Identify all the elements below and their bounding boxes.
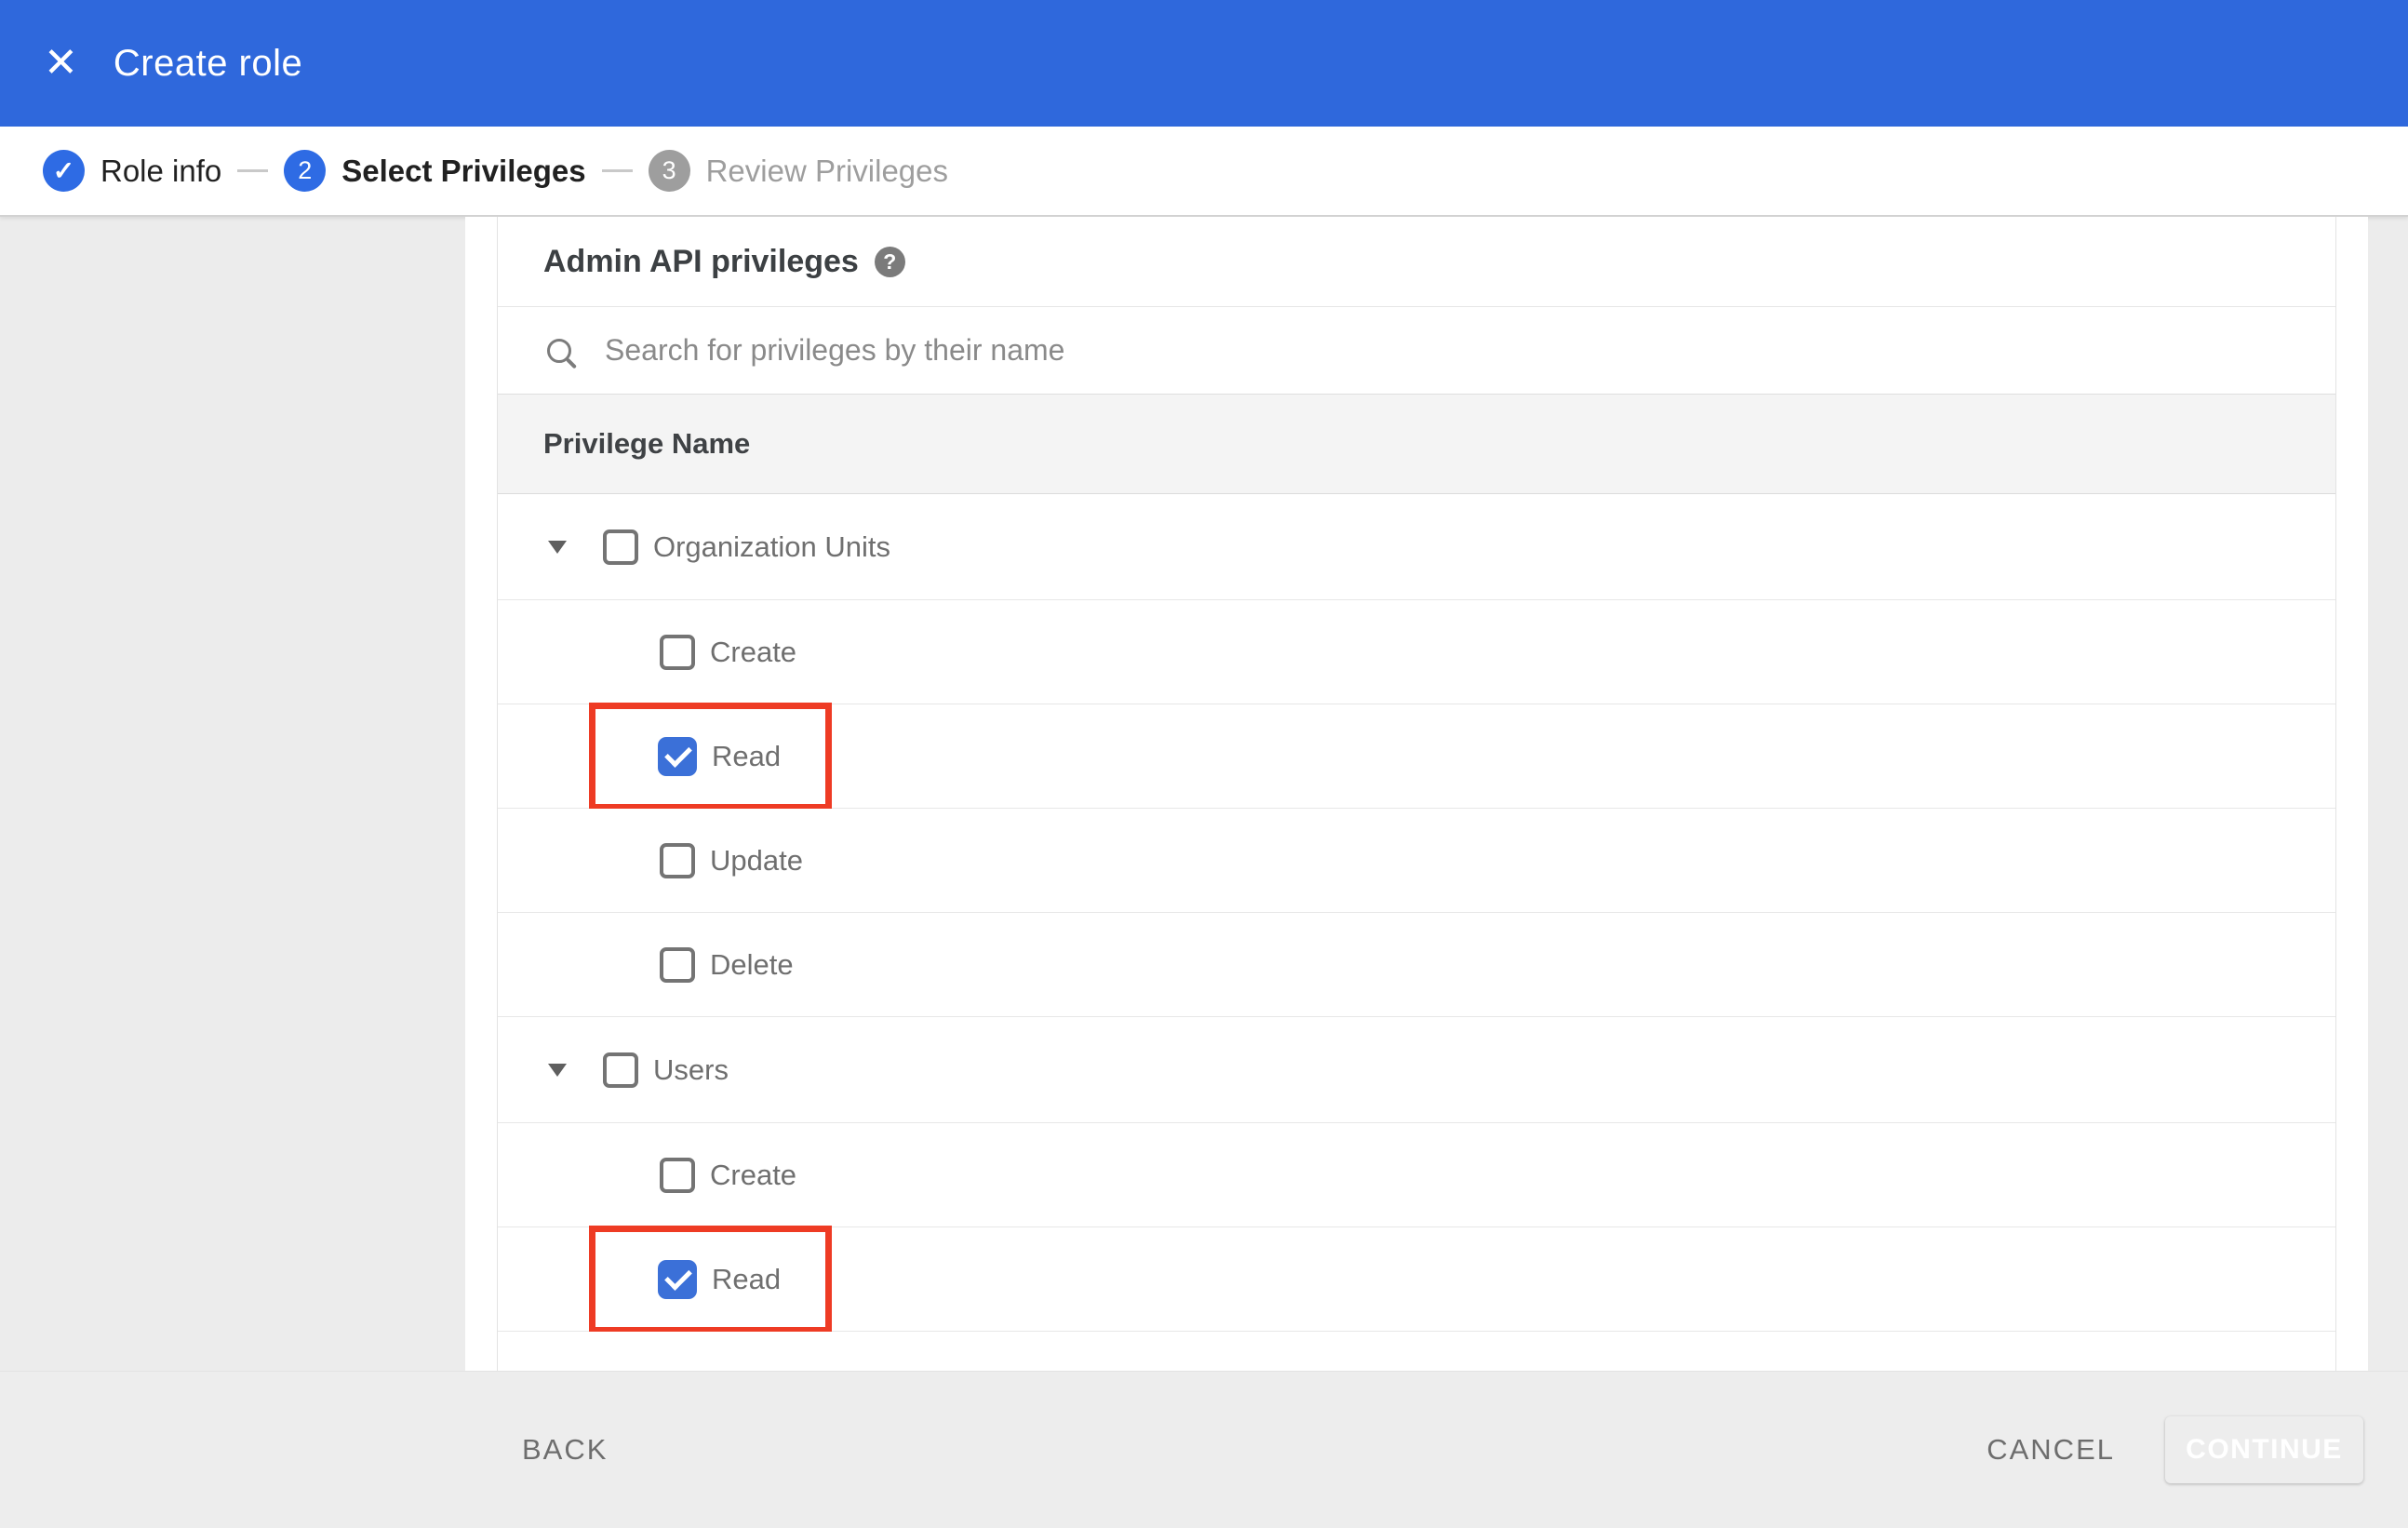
checkbox-update-3[interactable] — [660, 842, 695, 878]
step-1-label: Role info — [100, 153, 222, 188]
step-1[interactable]: ✓ Role info — [43, 150, 221, 192]
privilege-label: Delete — [710, 947, 794, 981]
check-icon: ✓ — [52, 156, 75, 185]
step-separator — [601, 169, 633, 172]
footer-bar: BACK CANCEL CONTINUE — [0, 1371, 2408, 1528]
table-column-header: Privilege Name — [498, 395, 2335, 494]
privilege-label: Organization Units — [653, 529, 891, 563]
privilege-row-read-2: Read — [498, 703, 2335, 811]
privilege-row-update-3: Update — [498, 809, 2335, 913]
collapse-arrow-icon[interactable] — [548, 540, 567, 554]
privilege-row-create-6: Create — [498, 1123, 2335, 1227]
privilege-row-create-1: Create — [498, 600, 2335, 704]
checkbox-create-1[interactable] — [660, 634, 695, 670]
privilege-search-input[interactable] — [605, 333, 2000, 368]
privilege-row-users-5: Users — [498, 1017, 2335, 1123]
collapse-arrow-icon[interactable] — [548, 1063, 567, 1077]
footer-actions: CANCEL CONTINUE — [1987, 1416, 2363, 1483]
close-icon[interactable]: ✕ — [44, 43, 78, 84]
checkbox-read-7[interactable] — [658, 1259, 697, 1299]
privilege-row-organization-units-0: Organization Units — [498, 494, 2335, 600]
checkbox-users-5[interactable] — [603, 1052, 638, 1088]
step-2-label: Select Privileges — [341, 153, 586, 188]
step-separator — [237, 169, 269, 172]
continue-button[interactable]: CONTINUE — [2165, 1416, 2363, 1483]
back-button[interactable]: BACK — [522, 1433, 608, 1467]
privilege-row-partial — [498, 1332, 2335, 1371]
checkbox-read-2[interactable] — [658, 736, 697, 776]
privilege-row-delete-4: Delete — [498, 913, 2335, 1017]
step-3-indicator: 3 — [648, 150, 690, 192]
section-heading-row: Admin API privileges ? — [498, 217, 2335, 307]
privilege-label: Update — [710, 843, 803, 877]
privilege-label: Read — [712, 739, 782, 772]
annotation-highlight — [589, 703, 832, 811]
step-2-indicator: 2 — [284, 150, 327, 192]
search-icon — [547, 338, 571, 363]
step-2[interactable]: 2 Select Privileges — [284, 150, 586, 192]
privilege-label: Read — [712, 1262, 782, 1295]
annotation-highlight — [589, 1226, 832, 1334]
privilege-label: Create — [710, 1158, 797, 1191]
privilege-rows: Organization Units Create Read Update Delete… — [498, 494, 2335, 1371]
column-header-label: Privilege Name — [543, 427, 751, 460]
cancel-button[interactable]: CANCEL — [1987, 1433, 2115, 1467]
search-row — [498, 307, 2335, 395]
stepper: ✓ Role info 2 Select Privileges 3 Review Priv… — [0, 127, 2408, 217]
privileges-table: Admin API privileges ? Privilege Name Or… — [497, 217, 2336, 1371]
checkbox-delete-4[interactable] — [660, 946, 695, 983]
app-header: ✕ Create role — [0, 0, 2408, 127]
help-icon[interactable]: ? — [874, 246, 905, 277]
privilege-label: Create — [710, 635, 797, 668]
content-card: Admin API privileges ? Privilege Name Or… — [465, 217, 2368, 1371]
checkbox-organization-units-0[interactable] — [603, 529, 638, 565]
checkbox-create-6[interactable] — [660, 1157, 695, 1193]
step-3-label: Review Privileges — [705, 153, 949, 188]
step-3[interactable]: 3 Review Privileges — [648, 150, 949, 192]
privilege-label: Users — [653, 1052, 729, 1086]
privilege-row-read-7: Read — [498, 1226, 2335, 1334]
section-title: Admin API privileges — [543, 243, 859, 279]
dialog-title: Create role — [113, 42, 303, 84]
step-1-indicator: ✓ — [43, 150, 85, 192]
